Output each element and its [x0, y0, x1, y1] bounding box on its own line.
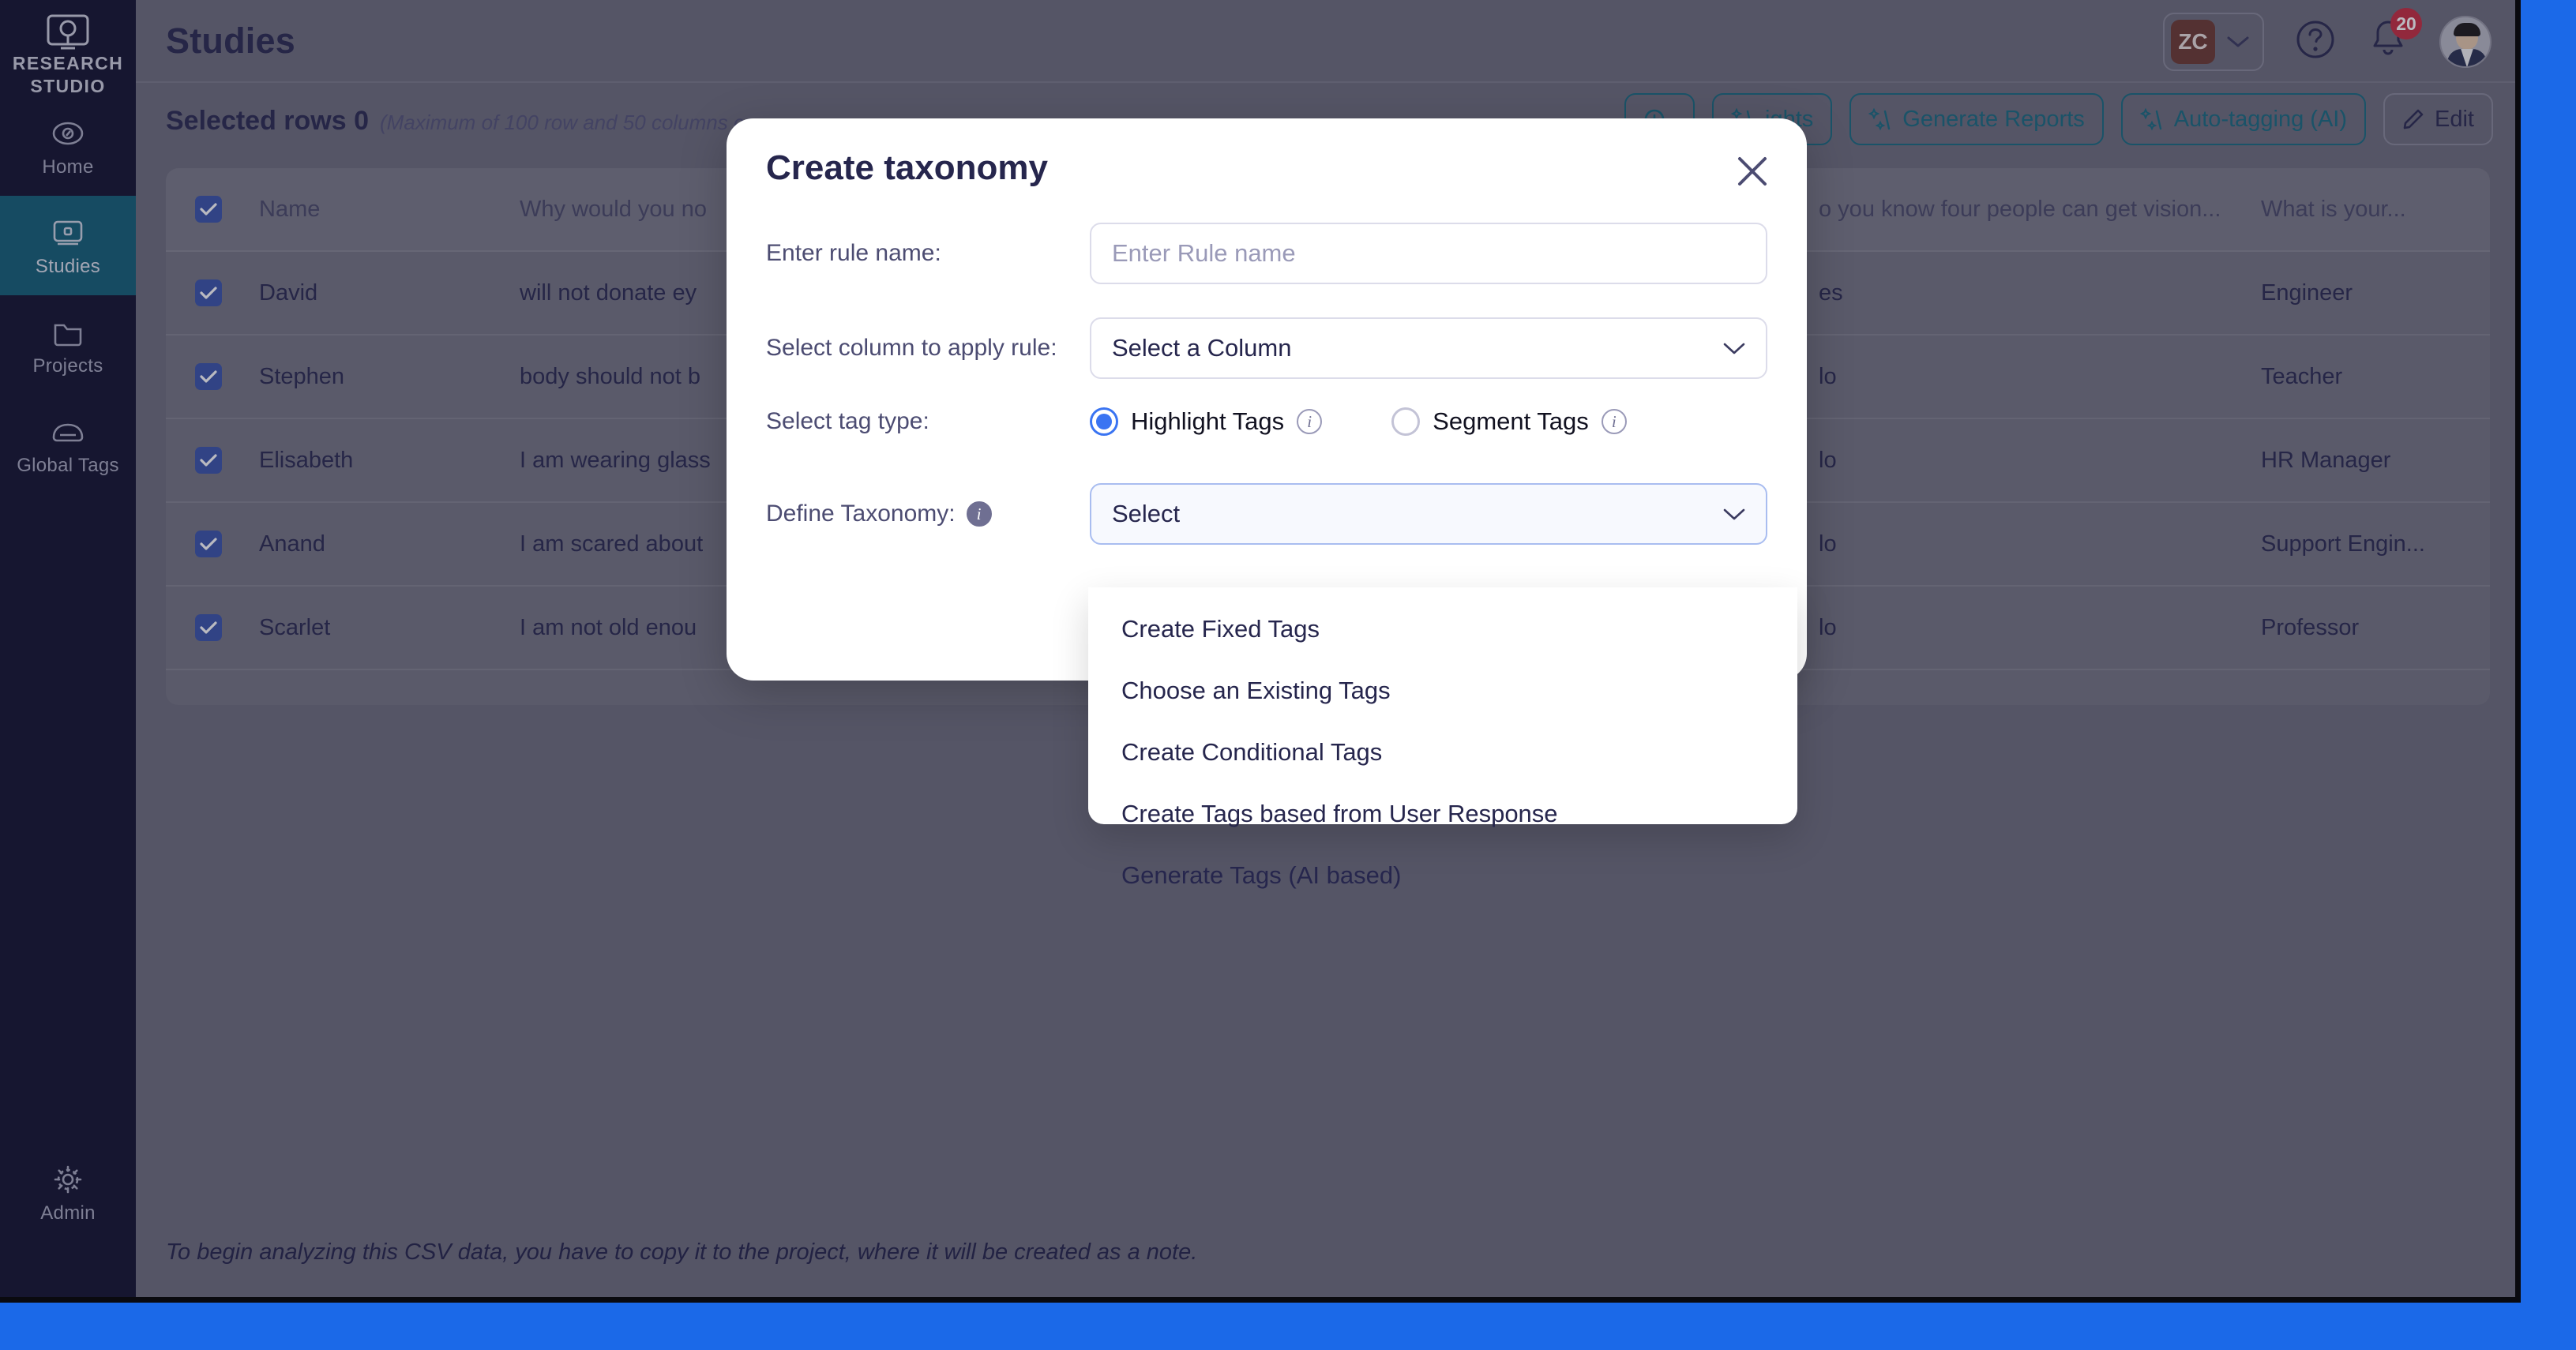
chevron-down-icon	[1723, 343, 1745, 354]
dropdown-option-create-conditional-tags[interactable]: Create Conditional Tags	[1088, 722, 1797, 783]
define-taxonomy-label: Define Taxonomy: i	[766, 501, 1090, 527]
define-taxonomy-select[interactable]: Select	[1090, 483, 1767, 545]
radio-indicator	[1391, 407, 1421, 436]
modal-title: Create taxonomy	[766, 148, 1049, 187]
rule-name-row: Enter rule name: Enter Rule name	[766, 223, 1767, 284]
column-select-value: Select a Column	[1112, 334, 1292, 362]
column-select[interactable]: Select a Column	[1090, 317, 1767, 379]
radio-highlight-tags[interactable]: Highlight Tags i	[1090, 407, 1323, 436]
tag-type-options: Highlight Tags i Segment Tags i	[1090, 407, 1767, 436]
device-frame: RESEARCH STUDIO Home Studies Projects Gl…	[0, 0, 2576, 1350]
radio-label: Segment Tags	[1433, 407, 1589, 435]
rule-name-input[interactable]: Enter Rule name	[1090, 223, 1767, 284]
dropdown-option-create-fixed-tags[interactable]: Create Fixed Tags	[1088, 598, 1797, 660]
radio-segment-tags[interactable]: Segment Tags i	[1391, 407, 1627, 436]
define-taxonomy-label-text: Define Taxonomy:	[766, 501, 956, 527]
column-select-label: Select column to apply rule:	[766, 335, 1057, 361]
define-taxonomy-control: Select	[1090, 483, 1767, 545]
browser-viewport: RESEARCH STUDIO Home Studies Projects Gl…	[0, 0, 2521, 1303]
radio-label: Highlight Tags	[1131, 407, 1285, 435]
define-taxonomy-dropdown: Create Fixed Tags Choose an Existing Tag…	[1088, 587, 1797, 889]
column-select-control: Select a Column	[1090, 317, 1767, 379]
rule-name-label: Enter rule name:	[766, 240, 941, 266]
dropdown-option-generate-tags-ai[interactable]: Generate Tags (AI based)	[1088, 845, 1797, 906]
define-taxonomy-value: Select	[1112, 500, 1181, 527]
dropdown-option-choose-existing-tags[interactable]: Choose an Existing Tags	[1088, 660, 1797, 722]
rule-name-control: Enter Rule name	[1090, 223, 1767, 284]
chevron-down-icon	[1723, 508, 1745, 519]
column-select-row: Select column to apply rule: Select a Co…	[766, 317, 1767, 379]
info-icon[interactable]: i	[1297, 409, 1323, 434]
radio-indicator	[1090, 407, 1118, 436]
tag-type-row: Select tag type: Highlight Tags i Segmen…	[766, 407, 1767, 436]
dropdown-option-create-tags-user-response[interactable]: Create Tags based from User Response	[1088, 783, 1797, 845]
define-taxonomy-row: Define Taxonomy: i Select	[766, 483, 1767, 545]
close-icon[interactable]	[1734, 153, 1771, 189]
tag-type-label: Select tag type:	[766, 408, 929, 434]
info-icon[interactable]: i	[1601, 409, 1627, 434]
info-icon-filled[interactable]: i	[966, 501, 992, 527]
